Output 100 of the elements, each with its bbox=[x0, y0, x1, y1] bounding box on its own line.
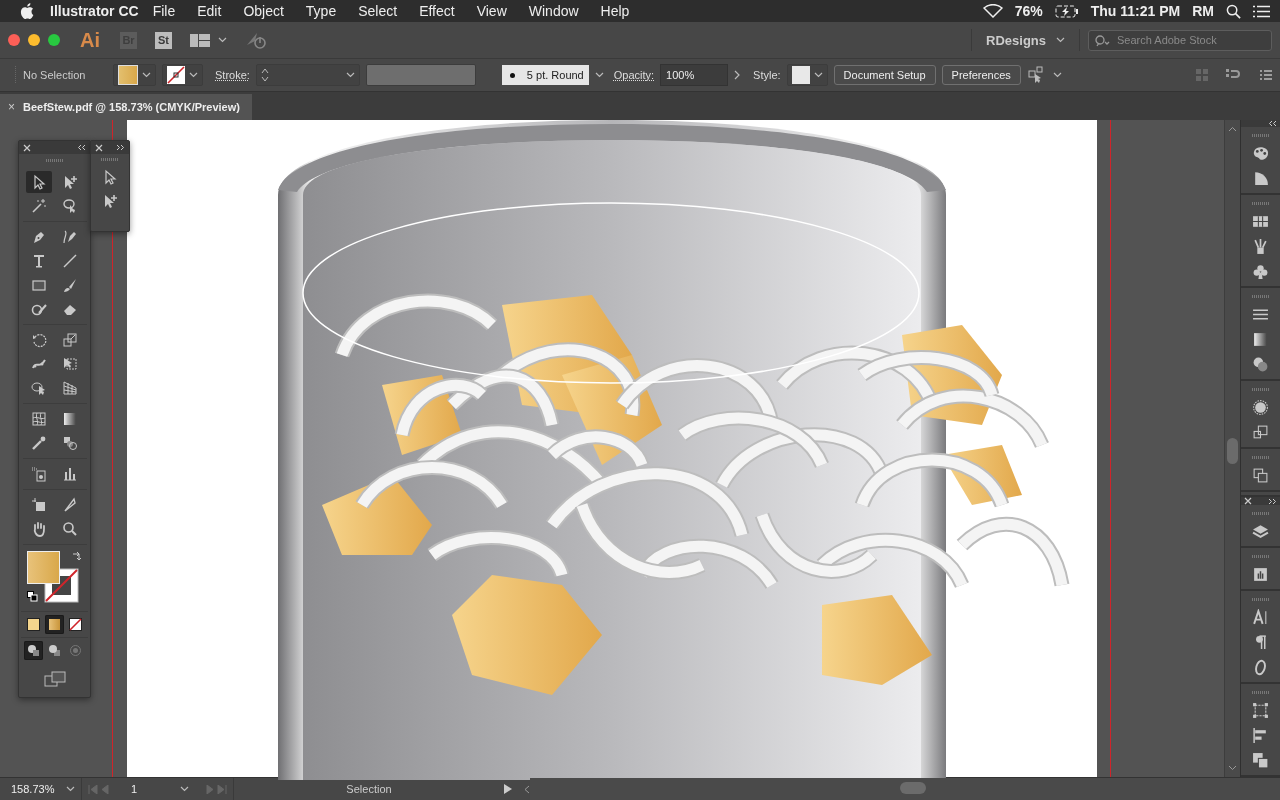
circle-over-square-icon bbox=[27, 644, 40, 657]
expand-icon[interactable] bbox=[1268, 497, 1277, 505]
chevron-down-icon bbox=[142, 72, 151, 78]
list-icon[interactable] bbox=[1253, 4, 1270, 18]
screen-mode-icon[interactable] bbox=[43, 671, 66, 687]
chevron-left-icon[interactable] bbox=[524, 784, 530, 794]
menu-item[interactable]: Type bbox=[305, 3, 337, 19]
opacity-field[interactable]: 100% bbox=[660, 64, 729, 86]
app-name-menu[interactable]: Illustrator CC bbox=[50, 3, 139, 19]
menu-item[interactable]: View bbox=[476, 3, 507, 19]
close-window-button[interactable] bbox=[8, 34, 20, 46]
menu-item[interactable]: Edit bbox=[197, 3, 222, 19]
character-icon[interactable] bbox=[1252, 609, 1269, 626]
tab-close-button[interactable]: × bbox=[8, 100, 15, 114]
stroke-weight-field[interactable] bbox=[255, 64, 360, 86]
arrow-pointer-tool[interactable] bbox=[26, 171, 52, 193]
opacity-label[interactable]: Opacity: bbox=[613, 69, 655, 81]
panel-menu-icon[interactable] bbox=[1260, 70, 1272, 80]
search-icon[interactable] bbox=[1226, 3, 1241, 19]
stock-button[interactable]: St bbox=[155, 31, 172, 49]
pathfinder-icon[interactable] bbox=[1252, 752, 1269, 769]
fill-swatch-icon bbox=[118, 65, 138, 85]
pie-wedge-icon[interactable] bbox=[1252, 170, 1269, 187]
battery-charging-icon[interactable] bbox=[1054, 4, 1079, 18]
fill-color-dropdown[interactable] bbox=[113, 64, 156, 86]
menu-item[interactable]: Window bbox=[528, 3, 579, 19]
minimize-window-button[interactable] bbox=[28, 34, 40, 46]
toolbar-button[interactable]: Preferences bbox=[941, 65, 1021, 85]
expand-icon[interactable] bbox=[116, 144, 125, 151]
scroll-down-icon[interactable] bbox=[1228, 765, 1237, 771]
scroll-up-icon[interactable] bbox=[1228, 126, 1237, 132]
club-icon[interactable] bbox=[1252, 263, 1269, 280]
menu-item[interactable]: Object bbox=[243, 3, 284, 19]
apple-icon[interactable] bbox=[20, 3, 34, 19]
overlapping-circles-icon[interactable] bbox=[1252, 356, 1269, 373]
layers-icon[interactable] bbox=[1252, 523, 1269, 540]
bar-graph-icon bbox=[62, 466, 78, 482]
collapse-icon[interactable] bbox=[1268, 120, 1277, 127]
lasso-icon bbox=[62, 198, 78, 214]
toolbar-button[interactable]: Document Setup bbox=[833, 65, 936, 85]
default-colors-icon[interactable] bbox=[26, 591, 38, 602]
brushes-icon[interactable] bbox=[1252, 238, 1269, 255]
menu-item[interactable]: File bbox=[152, 3, 176, 19]
close-icon[interactable] bbox=[1244, 497, 1252, 505]
brush-dropdown[interactable]: 5 pt. Round bbox=[501, 65, 589, 85]
stroke-color-dropdown[interactable] bbox=[162, 64, 203, 86]
arrow-pointer-icon[interactable] bbox=[102, 169, 118, 185]
rectangle-icon bbox=[31, 277, 47, 293]
workspace-switcher[interactable]: RDesigns bbox=[971, 29, 1080, 51]
zoom-field[interactable]: 158.73% bbox=[6, 779, 60, 799]
search-field[interactable]: Search Adobe Stock bbox=[1088, 29, 1272, 51]
stepper-icon[interactable] bbox=[260, 67, 269, 83]
swatch-grid-icon[interactable] bbox=[1252, 213, 1269, 230]
arrow-plus-icon[interactable] bbox=[102, 193, 118, 209]
artboard-number-field[interactable]: 1 bbox=[126, 779, 172, 799]
menu-item[interactable]: Help bbox=[600, 3, 630, 19]
gradient-mode-button[interactable] bbox=[45, 615, 64, 634]
gradient-icon[interactable] bbox=[1252, 331, 1269, 348]
square-over-circle-icon bbox=[48, 644, 61, 657]
chevron-right-icon[interactable] bbox=[734, 70, 742, 80]
zoom-icon bbox=[62, 521, 78, 537]
opentype-icon[interactable] bbox=[1252, 659, 1269, 676]
align-icon[interactable] bbox=[1252, 727, 1269, 744]
clock[interactable]: Thu 11:21 PM bbox=[1090, 3, 1181, 19]
none-mode-button[interactable] bbox=[66, 615, 85, 634]
chevron-down-icon bbox=[345, 72, 355, 78]
color-mode-button[interactable] bbox=[24, 615, 43, 634]
menu-item[interactable]: Select bbox=[358, 3, 398, 19]
fill-swatch[interactable] bbox=[26, 551, 60, 584]
grid-dots-icon[interactable] bbox=[1196, 69, 1208, 81]
artboards-icon[interactable] bbox=[1252, 467, 1269, 484]
layout-icon[interactable] bbox=[190, 33, 210, 47]
menu-item[interactable]: Effect bbox=[419, 3, 455, 19]
ringed-circle-icon bbox=[69, 644, 82, 657]
stacked-squares-icon[interactable] bbox=[1252, 424, 1269, 441]
search-icon bbox=[1095, 34, 1111, 47]
palette-icon[interactable] bbox=[1252, 145, 1269, 162]
vertical-scrollbar[interactable] bbox=[1224, 120, 1240, 777]
stroke-label[interactable]: Stroke: bbox=[215, 69, 250, 81]
scroll-thumb[interactable] bbox=[1227, 438, 1238, 464]
transform-icon[interactable] bbox=[1252, 702, 1269, 719]
rocket-power-icon[interactable] bbox=[245, 31, 267, 49]
maximize-window-button[interactable] bbox=[48, 34, 60, 46]
user-name[interactable]: RM bbox=[1192, 3, 1214, 19]
swap-arrows-icon[interactable] bbox=[70, 551, 83, 563]
collapse-icon[interactable] bbox=[77, 144, 86, 151]
chevron-down-icon bbox=[180, 786, 189, 792]
normal-draw-button[interactable] bbox=[24, 641, 43, 660]
close-icon[interactable] bbox=[95, 143, 103, 152]
play-icon[interactable] bbox=[504, 784, 512, 794]
stroke-lines-icon[interactable] bbox=[1252, 306, 1269, 323]
hand-icon bbox=[31, 521, 47, 537]
document-tab[interactable]: × BeefStew.pdf @ 158.73% (CMYK/Preview) bbox=[0, 94, 252, 120]
style-dropdown[interactable] bbox=[786, 64, 828, 86]
dotted-circle-icon[interactable] bbox=[1252, 399, 1269, 416]
export-icon[interactable] bbox=[1252, 566, 1269, 583]
wifi-icon[interactable] bbox=[982, 4, 1003, 18]
scroll-thumb[interactable] bbox=[900, 782, 926, 794]
perspective-grid-icon bbox=[62, 380, 78, 396]
close-icon[interactable] bbox=[23, 143, 31, 152]
